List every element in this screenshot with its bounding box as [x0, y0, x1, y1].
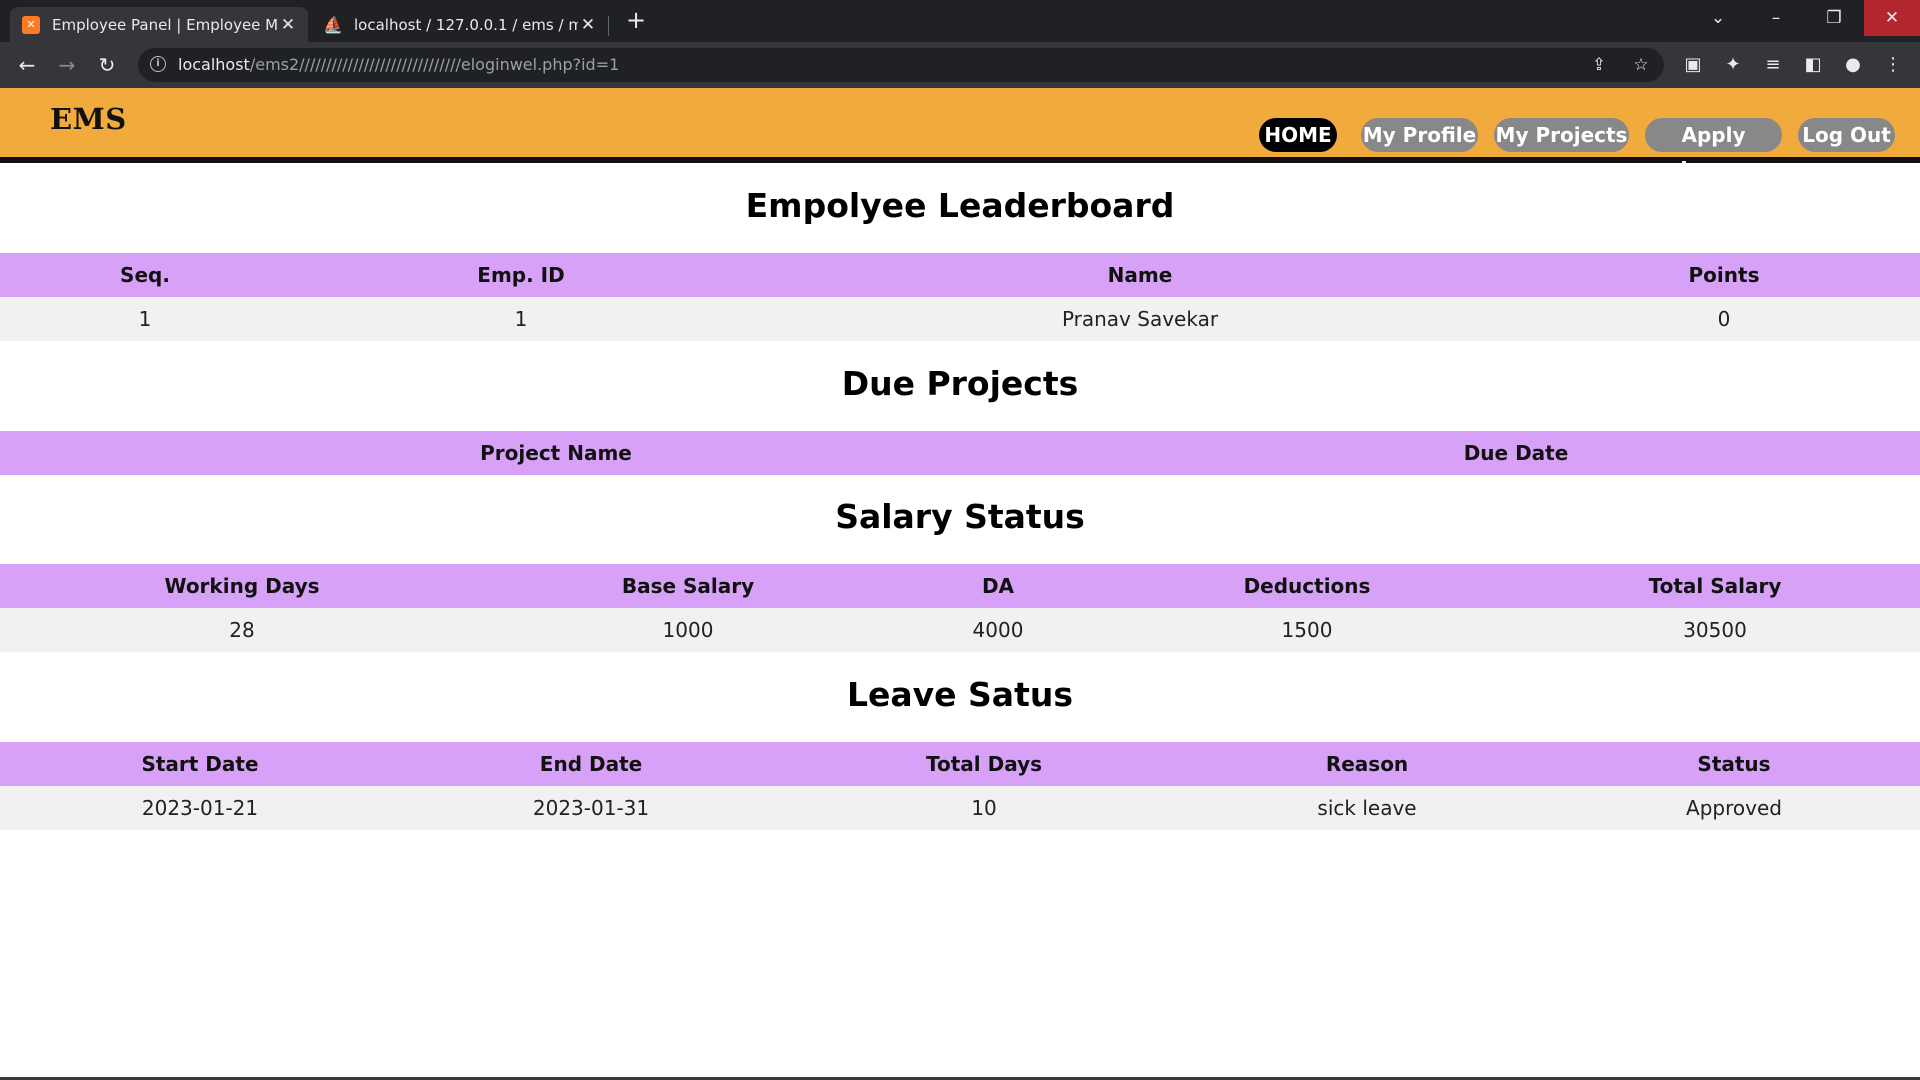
side-panel-icon[interactable]: ◧ — [1800, 52, 1826, 78]
cell-status: Approved — [1686, 796, 1782, 820]
cell-name: Pranav Savekar — [1061, 307, 1219, 331]
cell-seq: 1 — [138, 307, 152, 331]
browser-tab-strip: ✕ Employee Panel | Employee Man ✕ ⛵ loca… — [0, 0, 1920, 42]
phpmyadmin-icon: ⛵ — [323, 15, 343, 34]
column-header-deductions: Deductions — [1243, 574, 1371, 598]
share-icon[interactable]: ⇪ — [1588, 54, 1610, 76]
extensions-puzzle-icon[interactable]: ✦ — [1720, 52, 1746, 78]
cell-deductions: 1500 — [1281, 618, 1333, 642]
tab-employee-panel[interactable]: ✕ Employee Panel | Employee Man ✕ — [10, 7, 308, 42]
column-header-emp-id: Emp. ID — [477, 263, 565, 287]
table-row: 2023-01-21 2023-01-31 10 sick leave Appr… — [0, 786, 1920, 830]
due-projects-title: Due Projects — [841, 364, 1079, 403]
close-tab-icon[interactable]: ✕ — [578, 15, 598, 35]
leave-header-row: Start Date End Date Total Days Reason St… — [0, 742, 1920, 786]
column-header-status: Status — [1697, 752, 1771, 776]
column-header-points: Points — [1688, 263, 1760, 287]
close-window-button[interactable]: ✕ — [1864, 0, 1920, 36]
tab-title: Employee Panel | Employee Man — [52, 15, 278, 34]
column-header-reason: Reason — [1325, 752, 1409, 776]
nav-logout-link[interactable]: Log Out — [1798, 118, 1895, 152]
column-header-end-date: End Date — [539, 752, 643, 776]
address-bar[interactable]: i localhost/ems2////////////////////////… — [138, 48, 1664, 82]
column-header-da: DA — [981, 574, 1015, 598]
cell-total-salary: 30500 — [1683, 618, 1747, 642]
column-header-project-name: Project Name — [480, 441, 632, 465]
reload-button[interactable]: ↻ — [92, 50, 122, 80]
site-info-icon[interactable]: i — [150, 56, 166, 72]
restore-button[interactable]: ❐ — [1806, 0, 1862, 36]
media-control-icon[interactable]: ≡ — [1760, 52, 1786, 78]
column-header-due-date: Due Date — [1463, 441, 1569, 465]
tab-divider — [608, 16, 609, 36]
more-menu-icon[interactable]: ⋮ — [1880, 52, 1906, 78]
cell-da: 4000 — [972, 618, 1024, 642]
nav-my-projects-link[interactable]: My Projects — [1494, 118, 1629, 152]
cell-total-days: 10 — [971, 796, 997, 820]
tab-search-chevron-icon[interactable]: ⌄ — [1690, 0, 1746, 36]
column-header-start-date: Start Date — [141, 752, 259, 776]
url-text[interactable]: localhost/ems2//////////////////////////… — [178, 48, 619, 82]
cell-reason: sick leave — [1317, 796, 1417, 820]
bookmark-star-icon[interactable]: ☆ — [1630, 54, 1652, 76]
extension-icon[interactable]: ▣ — [1680, 52, 1706, 78]
cell-base-salary: 1000 — [662, 618, 714, 642]
minimize-button[interactable]: – — [1748, 0, 1804, 36]
column-header-total-salary: Total Salary — [1648, 574, 1782, 598]
cell-emp-id: 1 — [514, 307, 528, 331]
cell-start-date: 2023-01-21 — [141, 796, 259, 820]
leaderboard-title: Empolyee Leaderboard — [745, 186, 1175, 225]
salary-status-title: Salary Status — [835, 497, 1085, 536]
column-header-working-days: Working Days — [164, 574, 320, 598]
site-header: EMS HOME My Profile My Projects Apply Le… — [0, 88, 1920, 181]
table-row: 1 1 Pranav Savekar 0 — [0, 297, 1920, 341]
tab-title: localhost / 127.0.0.1 / ems / mon — [354, 15, 578, 34]
table-row: 28 1000 4000 1500 30500 — [0, 608, 1920, 652]
back-button[interactable]: ← — [12, 50, 42, 80]
leave-status-title: Leave Satus — [846, 675, 1073, 714]
column-header-total-days: Total Days — [925, 752, 1043, 776]
new-tab-button[interactable]: + — [622, 6, 650, 34]
nav-apply-leave-link[interactable]: Apply Leave — [1645, 118, 1782, 181]
browser-toolbar: ← → ↻ i localhost/ems2//////////////////… — [0, 42, 1920, 88]
forward-button[interactable]: → — [52, 50, 82, 80]
close-tab-icon[interactable]: ✕ — [278, 15, 298, 35]
cell-points: 0 — [1717, 307, 1731, 331]
profile-avatar-icon[interactable]: ● — [1840, 52, 1866, 78]
url-path: /ems2//////////////////////////////elogi… — [249, 55, 620, 74]
cell-end-date: 2023-01-31 — [532, 796, 650, 820]
cell-working-days: 28 — [229, 618, 255, 642]
tab-phpmyadmin[interactable]: ⛵ localhost / 127.0.0.1 / ems / mon ✕ — [312, 7, 608, 42]
due-projects-header-row: Project Name Due Date — [0, 431, 1920, 475]
xampp-icon: ✕ — [22, 15, 40, 34]
site-logo[interactable]: EMS — [50, 102, 127, 136]
column-header-name: Name — [1107, 263, 1173, 287]
column-header-base-salary: Base Salary — [621, 574, 755, 598]
nav-home-link[interactable]: HOME — [1259, 118, 1337, 152]
nav-my-profile-link[interactable]: My Profile — [1361, 118, 1478, 152]
salary-header-row: Working Days Base Salary DA Deductions T… — [0, 564, 1920, 608]
url-host: localhost — [178, 55, 250, 74]
column-header-seq: Seq. — [120, 263, 170, 287]
leaderboard-header-row: Seq. Emp. ID Name Points — [0, 253, 1920, 297]
